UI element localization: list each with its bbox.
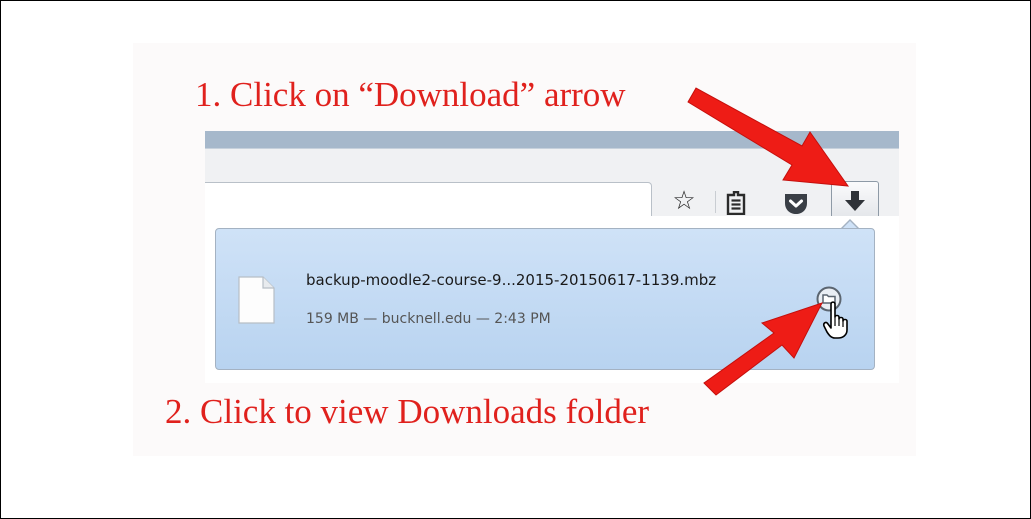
step2-arrow-icon [703,302,823,396]
step2-annotation: 2. Click to view Downloads folder [165,392,650,431]
download-meta: 159 MB — bucknell.edu — 2:43 PM [306,311,551,327]
file-icon [238,276,275,324]
url-bar[interactable] [205,182,652,220]
step1-annotation: 1. Click on “Download” arrow [195,75,626,114]
step1-arrow-icon [687,87,850,187]
download-filename[interactable]: backup-moodle2-course-9...2015-20150617-… [306,271,716,289]
